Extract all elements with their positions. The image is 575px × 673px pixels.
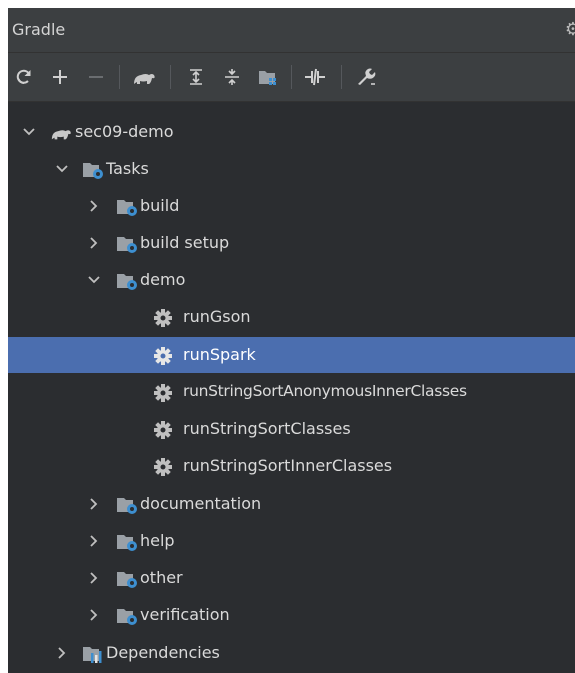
tree-row-help[interactable]: help <box>8 523 575 559</box>
settings-gear-icon[interactable]: ⚙ <box>565 19 575 40</box>
tree-label-help: help <box>140 531 175 550</box>
toolbar-separator <box>291 65 292 89</box>
gear-icon <box>154 458 172 476</box>
tree-row-run-inner[interactable]: runStringSortInnerClasses <box>8 448 575 484</box>
chevron-down-icon[interactable] <box>85 271 103 289</box>
reload-icon[interactable] <box>10 63 38 91</box>
expand-all-icon[interactable] <box>182 63 210 91</box>
gear-icon <box>154 384 172 402</box>
chevron-right-icon[interactable] <box>85 606 103 624</box>
tree-row-build[interactable]: build <box>8 188 575 224</box>
tree-label-run-inner: runStringSortInnerClasses <box>183 456 393 475</box>
tree-row-demo[interactable]: demo <box>8 262 575 298</box>
task-folder-icon <box>117 572 137 588</box>
chevron-right-icon[interactable] <box>53 644 71 662</box>
chevron-right-icon[interactable] <box>85 495 103 513</box>
tree-label-tasks: Tasks <box>106 159 149 178</box>
gradle-elephant-icon[interactable] <box>130 63 158 91</box>
chevron-right-icon[interactable] <box>85 532 103 550</box>
chevron-right-icon[interactable] <box>85 234 103 252</box>
tree-label-run-anon: runStringSortAnonymousInnerClasses <box>183 382 467 400</box>
tree-label-dependencies: Dependencies <box>106 643 220 662</box>
tree-label-run-gson: runGson <box>183 307 251 326</box>
remove-icon[interactable] <box>82 63 110 91</box>
tree-row-run-spark[interactable]: runSpark <box>8 337 575 373</box>
tree-row-run-gson[interactable]: runGson <box>8 299 575 335</box>
task-folder-icon <box>117 609 137 625</box>
gradle-toolbar <box>8 53 575 102</box>
tree-row-tasks[interactable]: Tasks <box>8 151 575 187</box>
gradle-elephant-icon <box>51 130 71 140</box>
tree-row-other[interactable]: other <box>8 560 575 596</box>
tree-label-verification: verification <box>140 605 230 624</box>
tree-row-run-anon[interactable]: runStringSortAnonymousInnerClasses <box>8 374 575 410</box>
tree-label-run-spark: runSpark <box>183 345 256 364</box>
gradle-tree: sec09-demo Tasks build build setup demo … <box>8 114 575 673</box>
toolbar-separator <box>341 65 342 89</box>
task-folder-icon <box>117 237 137 253</box>
toolbar-separator <box>119 65 120 89</box>
chevron-down-icon[interactable] <box>20 123 38 141</box>
task-folder-icon <box>117 535 137 551</box>
tree-row-documentation[interactable]: documentation <box>8 486 575 522</box>
wrench-settings-icon[interactable] <box>352 63 380 91</box>
tree-row-project[interactable]: sec09-demo <box>8 114 575 150</box>
tool-window-title: Gradle <box>12 20 66 39</box>
gear-icon <box>154 421 172 439</box>
collapse-all-icon[interactable] <box>218 63 246 91</box>
tree-label-other: other <box>140 568 183 587</box>
chevron-right-icon[interactable] <box>85 197 103 215</box>
tree-label-build-setup: build setup <box>140 233 230 252</box>
chevron-right-icon[interactable] <box>85 569 103 587</box>
task-folder-icon <box>117 200 137 216</box>
chevron-down-icon[interactable] <box>53 160 71 178</box>
tree-label-build: build <box>140 196 180 215</box>
gradle-tool-window: Gradle ⚙ sec09-demo Tasks build build se… <box>8 8 575 673</box>
toggle-offline-icon[interactable] <box>301 63 329 91</box>
tree-row-dependencies[interactable]: Dependencies <box>8 635 575 671</box>
tree-label-demo: demo <box>140 270 186 289</box>
tree-label-run-classes: runStringSortClasses <box>183 419 351 438</box>
tree-row-verification[interactable]: verification <box>8 597 575 633</box>
gear-icon <box>154 309 172 327</box>
tool-window-header: Gradle ⚙ <box>8 8 575 53</box>
toolbar-separator <box>170 65 171 89</box>
task-folder-icon <box>117 498 137 514</box>
add-icon[interactable] <box>46 63 74 91</box>
tree-label-project: sec09-demo <box>75 122 174 141</box>
task-folder-icon <box>83 163 103 179</box>
gear-icon <box>154 347 172 365</box>
task-folder-icon <box>117 274 137 290</box>
group-modules-icon[interactable] <box>254 63 282 91</box>
tree-row-build-setup[interactable]: build setup <box>8 225 575 261</box>
dependencies-icon <box>83 647 102 663</box>
tree-label-documentation: documentation <box>140 494 262 513</box>
tree-row-run-classes[interactable]: runStringSortClasses <box>8 411 575 447</box>
